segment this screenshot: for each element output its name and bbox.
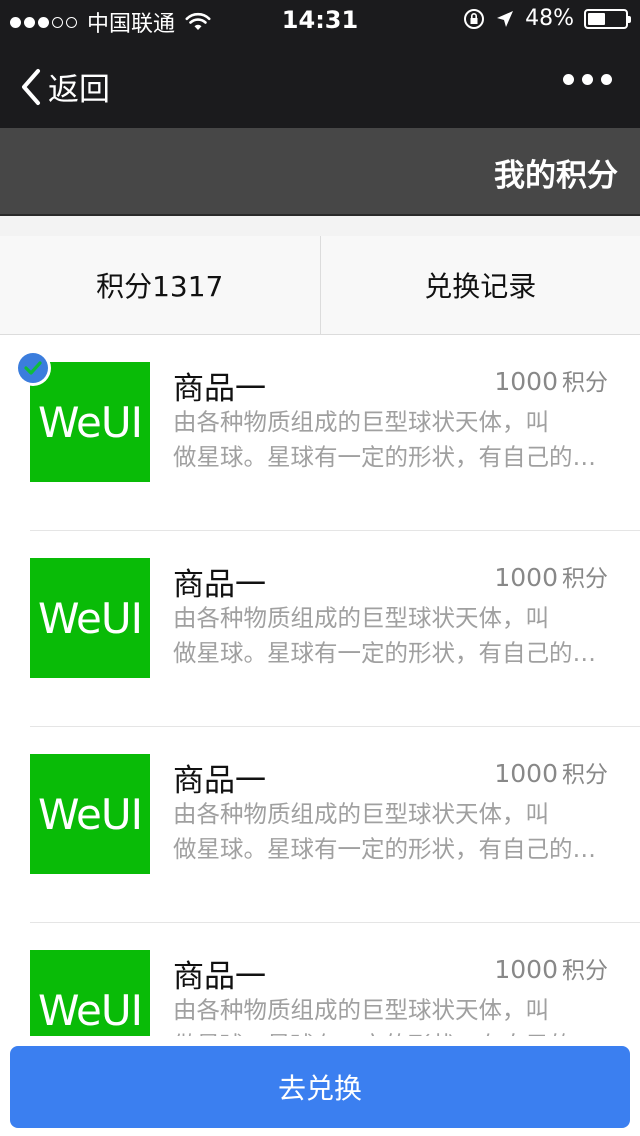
description-line-1: 由各种物质组成的巨型球状天体，叫 <box>173 996 549 1024</box>
product-name: 商品一 <box>173 959 266 995</box>
product-description: 由各种物质组成的巨型球状天体，叫 做星球。星球有一定的形状，有自己的运行轨道 <box>173 601 603 671</box>
bottom-action-bar: 去兑换 <box>0 1036 640 1136</box>
status-bar: 中国联通 14:31 48% <box>0 0 640 40</box>
chevron-left-icon <box>22 68 40 105</box>
product-item[interactable]: WeUI 商品一 1000积分 由各种物质组成的巨型球状天体，叫 做星球。星球有… <box>0 727 640 923</box>
description-line-1: 由各种物质组成的巨型球状天体，叫 <box>173 800 549 828</box>
location-icon <box>497 10 514 27</box>
tab-exchange-records[interactable]: 兑换记录 <box>319 236 640 334</box>
points-unit: 积分 <box>562 370 608 396</box>
description-line-1: 由各种物质组成的巨型球状天体，叫 <box>173 408 549 436</box>
selected-check-icon[interactable] <box>15 350 51 386</box>
points-unit: 积分 <box>562 566 608 592</box>
status-right: 48% <box>463 6 631 31</box>
product-description: 由各种物质组成的巨型球状天体，叫 做星球。星球有一定的形状，有自己的运行轨道 <box>173 797 603 867</box>
product-thumbnail: WeUI <box>30 558 150 678</box>
more-icon[interactable] <box>563 74 612 85</box>
product-thumbnail: WeUI <box>30 754 150 874</box>
product-list: WeUI 商品一 1000 积分 由各种物质组成的巨型球状天体，叫 做星球。星球有… <box>0 335 640 1119</box>
description-line-1: 由各种物质组成的巨型球状天体，叫 <box>173 604 549 632</box>
product-price: 1000 积分 <box>494 363 608 397</box>
product-description: 由各种物质组成的巨型球状天体，叫 做星球。星球有一定的形状，有自己的运行轨道 <box>173 405 603 475</box>
points-value: 1000 <box>494 759 558 788</box>
product-name: 商品一 <box>173 567 266 603</box>
back-button[interactable]: 返回 <box>20 64 110 109</box>
points-unit: 积分 <box>562 958 608 984</box>
product-price: 1000 积分 <box>494 951 608 985</box>
page-title: 我的积分 <box>494 158 618 194</box>
tab-points[interactable]: 积分1317 <box>0 236 320 334</box>
redeem-button[interactable]: 去兑换 <box>10 1046 630 1128</box>
product-price: 1000 积分 <box>494 559 608 593</box>
points-value: 1000 <box>494 563 558 592</box>
product-thumbnail: WeUI <box>30 362 150 482</box>
product-item[interactable]: WeUI 商品一 1000积分 由各种物质组成的巨型球状天体，叫 做星球。星球有… <box>0 335 640 531</box>
product-item[interactable]: WeUI 商品一 1000积分 由各种物质组成的巨型球状天体，叫 做星球。星球有… <box>0 531 640 727</box>
section-gap <box>0 216 640 236</box>
points-value: 1000 <box>494 955 558 984</box>
battery-icon <box>584 8 631 29</box>
battery-percent: 48% <box>525 6 574 31</box>
title-bar: 我的积分 <box>0 128 640 216</box>
product-name: 商品一 <box>173 371 266 407</box>
description-line-2: 做星球。星球有一定的形状，有自己的运行轨道 <box>173 835 603 863</box>
description-line-2: 做星球。星球有一定的形状，有自己的运行轨道 <box>173 443 603 471</box>
description-line-2: 做星球。星球有一定的形状，有自己的运行轨道 <box>173 639 603 667</box>
points-unit: 积分 <box>562 762 608 788</box>
product-price: 1000 积分 <box>494 755 608 789</box>
nav-bar: 返回 <box>0 40 640 128</box>
back-label: 返回 <box>48 72 110 108</box>
points-value: 1000 <box>494 367 558 396</box>
orientation-lock-icon <box>464 8 485 29</box>
product-name: 商品一 <box>173 763 266 799</box>
tabs: 积分1317 兑换记录 <box>0 236 640 335</box>
